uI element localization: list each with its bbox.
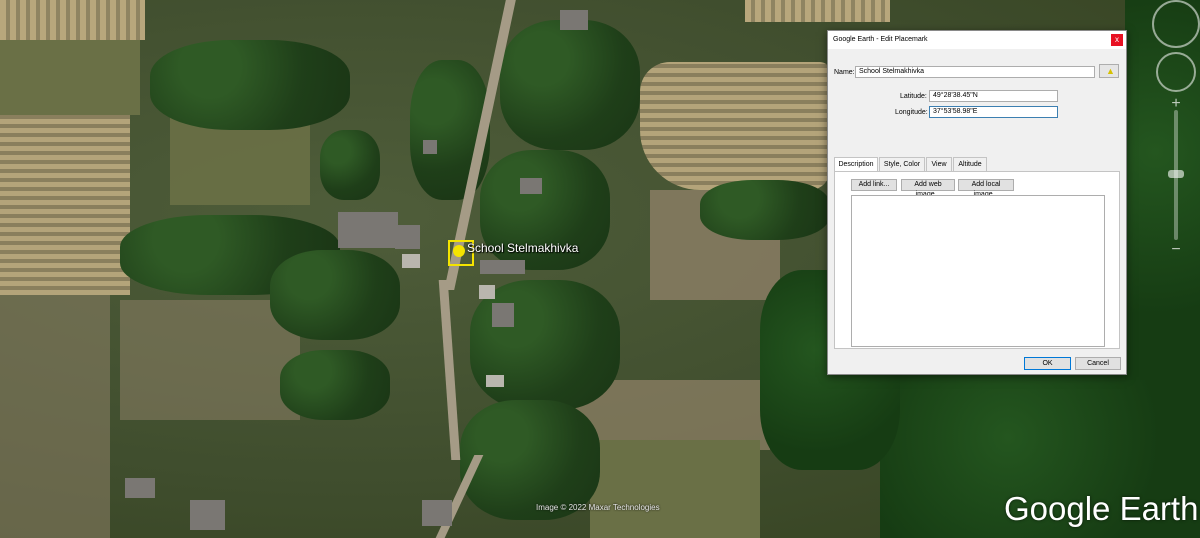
building bbox=[560, 10, 588, 30]
trees bbox=[700, 180, 830, 240]
name-label: Name: bbox=[834, 69, 855, 76]
building bbox=[492, 303, 514, 327]
look-ring-icon[interactable] bbox=[1152, 0, 1200, 48]
building bbox=[520, 178, 542, 194]
description-panel: Add link... Add web image... Add local i… bbox=[834, 171, 1120, 349]
field bbox=[0, 0, 145, 40]
building bbox=[486, 375, 504, 387]
placemark-icon-button[interactable]: ▲ bbox=[1099, 64, 1119, 78]
zoom-slider-knob[interactable] bbox=[1168, 170, 1184, 178]
cancel-button[interactable]: Cancel bbox=[1075, 357, 1121, 370]
tab-description[interactable]: Description bbox=[834, 157, 878, 172]
zoom-out-icon[interactable]: − bbox=[1166, 240, 1186, 260]
building bbox=[395, 225, 420, 249]
building bbox=[190, 500, 225, 530]
google-earth-logo: Google Earth bbox=[1004, 490, 1199, 527]
field bbox=[0, 115, 130, 295]
field bbox=[0, 295, 110, 538]
building bbox=[480, 260, 525, 274]
road bbox=[438, 280, 461, 460]
building bbox=[423, 140, 437, 154]
trees bbox=[280, 350, 390, 420]
trees bbox=[270, 250, 400, 340]
latitude-field[interactable]: 49°28'38.45"N bbox=[929, 90, 1058, 102]
building bbox=[422, 500, 452, 526]
move-ring-icon[interactable] bbox=[1156, 52, 1196, 92]
close-button[interactable]: x bbox=[1111, 34, 1123, 46]
tab-altitude[interactable]: Altitude bbox=[953, 157, 987, 171]
dialog-titlebar[interactable]: Google Earth - Edit Placemark x bbox=[828, 31, 1126, 49]
add-local-image-button[interactable]: Add local image... bbox=[958, 179, 1014, 198]
edit-placemark-dialog: Google Earth - Edit Placemark x Name: Sc… bbox=[827, 30, 1127, 375]
imagery-credit: Image © 2022 Maxar Technologies bbox=[536, 503, 660, 512]
pushpin-icon: ▲ bbox=[1106, 66, 1115, 76]
building bbox=[338, 212, 398, 248]
longitude-label: Longitude: bbox=[895, 109, 928, 116]
field bbox=[640, 62, 830, 190]
trees bbox=[500, 20, 640, 150]
building bbox=[125, 478, 155, 498]
field bbox=[590, 440, 760, 538]
placemark-label[interactable]: School Stelmakhivka bbox=[467, 241, 578, 255]
ok-button[interactable]: OK bbox=[1024, 357, 1071, 370]
trees bbox=[320, 130, 380, 200]
name-field[interactable]: School Stelmakhivka bbox=[855, 66, 1095, 78]
description-textarea[interactable] bbox=[851, 195, 1105, 347]
trees bbox=[470, 280, 620, 410]
building bbox=[479, 285, 495, 299]
field bbox=[745, 0, 890, 22]
field bbox=[120, 300, 300, 420]
tab-style-color[interactable]: Style, Color bbox=[879, 157, 925, 171]
field bbox=[0, 40, 140, 115]
dialog-title: Google Earth - Edit Placemark bbox=[833, 36, 928, 43]
building bbox=[402, 254, 420, 268]
placemark-pin-icon[interactable] bbox=[453, 245, 465, 257]
add-link-button[interactable]: Add link... bbox=[851, 179, 897, 191]
tab-view[interactable]: View bbox=[926, 157, 952, 171]
add-web-image-button[interactable]: Add web image... bbox=[901, 179, 955, 198]
longitude-field[interactable]: 37°53'58.98"E bbox=[929, 106, 1058, 118]
latitude-label: Latitude: bbox=[900, 93, 927, 100]
trees bbox=[150, 40, 350, 130]
